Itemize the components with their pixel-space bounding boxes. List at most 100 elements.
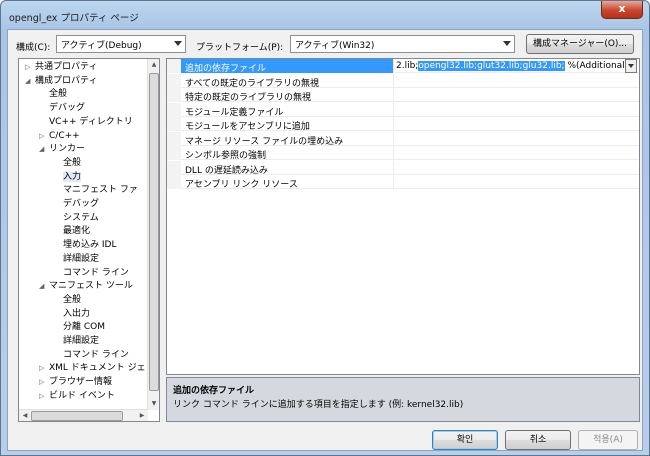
property-row[interactable]: モジュールをアセンブリに追加 — [167, 117, 639, 132]
tree-item-label: 全般 — [63, 157, 82, 168]
collapse-arrow-icon[interactable] — [53, 171, 61, 184]
property-value[interactable] — [393, 102, 639, 117]
collapse-arrow-icon[interactable] — [53, 349, 61, 362]
expand-arrow-icon[interactable]: ▷ — [39, 362, 47, 375]
chevron-down-icon[interactable] — [625, 59, 637, 73]
tree-item[interactable]: ◢ 構成プロパティ — [19, 75, 97, 88]
scroll-up-icon[interactable]: ▲ — [148, 59, 159, 71]
apply-button[interactable]: 적용(A) — [578, 430, 638, 450]
tree-item[interactable]: ◢ マニフェスト ツール — [33, 280, 133, 293]
collapse-arrow-icon[interactable] — [53, 335, 61, 348]
tree-item[interactable]: コマンド ライン — [47, 349, 129, 362]
property-row[interactable]: モジュール定義ファイル — [167, 102, 639, 118]
dependencies-edit-field[interactable]: 2.lib;opengl32.lib;glut32.lib;glu32.lib;… — [395, 59, 627, 73]
tree-item[interactable]: 入力 — [47, 171, 82, 184]
tree-item[interactable]: ▷ 共通プロパティ — [19, 61, 97, 74]
property-row[interactable]: マネージ リソース ファイルの埋め込み — [167, 131, 639, 147]
property-row[interactable]: アセンブリ リンク リソース — [167, 175, 639, 190]
property-value[interactable] — [393, 131, 639, 146]
collapse-arrow-icon[interactable] — [53, 239, 61, 252]
collapse-arrow-icon[interactable] — [39, 88, 47, 101]
tree-item[interactable]: 全般 — [47, 294, 81, 307]
expand-arrow-icon[interactable]: ▷ — [39, 376, 47, 389]
tree-item[interactable]: デバッグ — [33, 102, 85, 115]
config-dropdown[interactable]: アクティブ(Debug) — [56, 35, 186, 53]
property-value[interactable] — [393, 117, 639, 131]
tree-item[interactable]: VC++ ディレクトリ — [33, 116, 133, 129]
tree-item-label: 入出力 — [63, 308, 91, 319]
row-gutter — [167, 59, 181, 73]
tree-item[interactable]: デバッグ — [47, 198, 99, 211]
tree-item[interactable]: コマンド ライン — [47, 267, 129, 280]
row-gutter — [167, 146, 181, 160]
config-manager-button[interactable]: 構成マネージャー(O)... — [526, 34, 634, 54]
collapse-arrow-icon[interactable] — [53, 253, 61, 266]
tree-item[interactable]: 詳細設定 — [47, 335, 99, 348]
tree-item[interactable]: ▷ ビルド イベント — [33, 390, 115, 403]
collapse-arrow-icon[interactable] — [53, 321, 61, 334]
scroll-down-icon[interactable]: ▼ — [148, 398, 159, 410]
property-row[interactable]: 特定の既定のライブラリの無視 — [167, 88, 639, 103]
description-panel: 追加の依存ファイル リンク コマンド ラインに追加する項目を指定します (例: … — [166, 377, 640, 422]
collapse-arrow-icon[interactable] — [53, 212, 61, 225]
tree-vertical-scrollbar[interactable]: ▲ ▼ — [147, 59, 159, 410]
scroll-left-icon[interactable]: ◀ — [19, 410, 31, 421]
expand-arrow-icon[interactable]: ▷ — [39, 130, 47, 143]
expand-arrow-icon[interactable]: ▷ — [25, 61, 33, 74]
tree-item[interactable]: マニフェスト ファ — [47, 184, 138, 197]
tree-item[interactable]: システム — [47, 212, 99, 225]
collapse-arrow-icon[interactable]: ◢ — [39, 143, 47, 156]
property-value[interactable] — [393, 175, 639, 189]
window-title: opengl_ex プロパティ ページ — [9, 13, 139, 24]
edit-prefix: 2.lib; — [396, 61, 419, 71]
collapse-arrow-icon[interactable] — [39, 116, 47, 129]
property-grid[interactable]: 追加の依存ファイル 2.lib;opengl32.lib;glut32.lib;g… — [166, 58, 640, 375]
ok-button[interactable]: 확인 — [432, 430, 498, 450]
collapse-arrow-icon[interactable] — [53, 294, 61, 307]
tree-item[interactable]: 全般 — [47, 157, 81, 170]
property-row[interactable]: 追加の依存ファイル 2.lib;opengl32.lib;glut32.lib;g… — [167, 59, 639, 74]
row-gutter — [167, 131, 181, 146]
scroll-right-icon[interactable]: ▶ — [136, 410, 148, 421]
property-value[interactable] — [393, 88, 639, 102]
tree-item[interactable]: 埋め込み IDL — [47, 239, 116, 252]
property-value[interactable]: 2.lib;opengl32.lib;glut32.lib;glu32.lib;… — [393, 59, 639, 73]
tree-item[interactable]: 最適化 — [47, 225, 90, 238]
property-value[interactable] — [393, 146, 639, 160]
scroll-thumb[interactable] — [149, 73, 159, 391]
tree-item-label: マニフェスト ツール — [49, 281, 133, 292]
property-value[interactable] — [393, 73, 639, 88]
tree-item-label: 構成プロパティ — [35, 75, 98, 86]
title-bar[interactable]: opengl_ex プロパティ ページ x — [1, 1, 649, 29]
property-value[interactable] — [393, 160, 639, 175]
property-row[interactable]: すべての既定のライブラリの無視 — [167, 73, 639, 89]
tree-horizontal-scrollbar[interactable]: ◀ ▶ — [19, 409, 148, 421]
tree-item[interactable]: 分離 COM — [47, 321, 105, 334]
chevron-down-icon — [174, 41, 182, 46]
tree-item[interactable]: 詳細設定 — [47, 253, 99, 266]
collapse-arrow-icon[interactable] — [53, 157, 61, 170]
platform-dropdown[interactable]: アクティブ(Win32) — [290, 35, 515, 53]
close-button[interactable]: x — [601, 1, 643, 19]
collapse-arrow-icon[interactable] — [53, 184, 61, 197]
collapse-arrow-icon[interactable]: ◢ — [25, 75, 33, 88]
collapse-arrow-icon[interactable]: ◢ — [39, 280, 47, 293]
tree-item[interactable]: ▷ ブラウザー情報 — [33, 376, 112, 389]
expand-arrow-icon[interactable]: ▷ — [39, 390, 47, 403]
collapse-arrow-icon[interactable] — [39, 102, 47, 115]
tree-item[interactable]: 入出力 — [47, 308, 90, 321]
tree-item[interactable]: 全般 — [33, 88, 67, 101]
collapse-arrow-icon[interactable] — [53, 198, 61, 211]
property-tree[interactable]: ▷ 共通プロパティ ◢ 構成プロパティ 全般 デバッグ VC++ ディレクトリ ▷ C/C++ ◢… — [18, 58, 160, 422]
property-name: すべての既定のライブラリの無視 — [185, 78, 320, 89]
property-row[interactable]: シンボル参照の強制 — [167, 146, 639, 161]
property-row[interactable]: DLL の遅延読み込み — [167, 160, 639, 176]
collapse-arrow-icon[interactable] — [53, 225, 61, 238]
collapse-arrow-icon[interactable] — [53, 267, 61, 280]
scroll-thumb[interactable] — [31, 411, 123, 421]
tree-item[interactable]: ◢ リンカー — [33, 143, 85, 156]
tree-item[interactable]: ▷ C/C++ — [33, 130, 80, 143]
cancel-button[interactable]: 취소 — [505, 430, 571, 450]
tree-item[interactable]: ▷ XML ドキュメント ジェ — [33, 362, 146, 375]
collapse-arrow-icon[interactable] — [53, 308, 61, 321]
